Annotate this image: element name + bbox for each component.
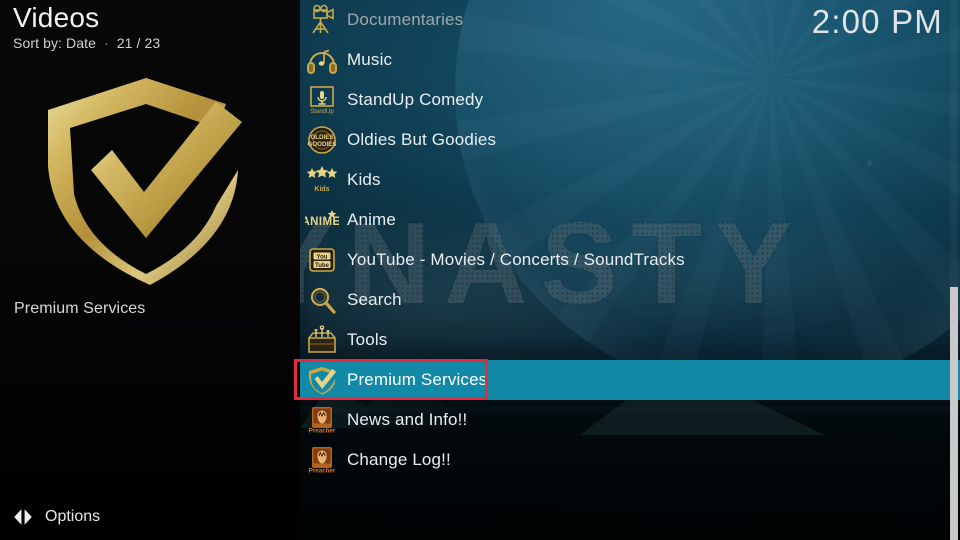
svg-text:GOODIES: GOODIES <box>308 141 337 148</box>
oldies-badge-icon: OLDIES GOODIES <box>305 124 339 156</box>
menu-item[interactable]: You Tube YouTube - Movies / Concerts / So… <box>300 240 960 280</box>
menu-item-label: Anime <box>347 210 396 229</box>
microphone-stage-icon: StandUp <box>305 84 339 116</box>
sort-label: Sort by: <box>13 35 63 51</box>
menu-item-label: Tools <box>347 330 388 349</box>
left-info-panel: Videos Sort by: Date · 21 / 23 Premium S… <box>0 0 300 540</box>
list-position: 21 / 23 <box>116 35 161 51</box>
preacher-poster-icon: Preacher <box>305 444 339 476</box>
svg-text:ANIME: ANIME <box>305 216 339 228</box>
menu-item[interactable]: Preacher Change Log!! <box>300 440 960 480</box>
menu-item[interactable]: Music <box>300 40 960 80</box>
menu-item[interactable]: Premium Services <box>300 360 960 400</box>
options-label: Options <box>45 508 101 525</box>
separator-dot: · <box>104 35 109 51</box>
menu-item[interactable]: Kids Kids <box>300 160 960 200</box>
menu-item-label: StandUp Comedy <box>347 90 484 109</box>
menu-item[interactable]: OLDIES GOODIES Oldies But Goodies <box>300 120 960 160</box>
headphones-note-icon <box>305 44 339 76</box>
film-camera-tripod-icon <box>305 4 339 36</box>
selected-item-thumbnail <box>20 66 282 294</box>
youtube-badge-icon: You Tube <box>305 244 339 276</box>
menu-list: Documentaries Music StandUp StandUp Comed… <box>300 0 960 540</box>
menu-item[interactable]: Search <box>300 280 960 320</box>
header-block: Videos Sort by: Date · 21 / 23 <box>13 2 160 51</box>
thumbnail-label: Premium Services <box>14 300 146 317</box>
menu-item[interactable]: Tools <box>300 320 960 360</box>
sort-and-position: Sort by: Date · 21 / 23 <box>13 35 160 51</box>
menu-item-label: Search <box>347 290 402 309</box>
svg-text:Kids: Kids <box>314 186 329 193</box>
left-right-arrows-icon <box>13 508 33 526</box>
svg-text:Tube: Tube <box>315 263 330 269</box>
page-title: Videos <box>13 2 100 33</box>
kodi-screen: DYNASTY Videos Sort by: Date · 21 / 23 P… <box>0 0 960 540</box>
svg-text:StandUp: StandUp <box>310 109 334 115</box>
sort-value: Date <box>66 35 97 51</box>
anime-text-icon: ANIME <box>305 204 339 236</box>
scrollbar-thumb[interactable] <box>950 287 958 540</box>
menu-item-label: YouTube - Movies / Concerts / SoundTrack… <box>347 250 685 269</box>
menu-item[interactable]: ANIME Anime <box>300 200 960 240</box>
magnifier-icon <box>305 284 339 316</box>
menu-item-label: Change Log!! <box>347 450 451 469</box>
kids-stars-icon: Kids <box>305 164 339 196</box>
menu-item-label: News and Info!! <box>347 410 468 429</box>
options-bar[interactable]: Options <box>0 494 300 540</box>
menu-item-label: Premium Services <box>347 370 488 389</box>
svg-text:Preacher: Preacher <box>309 428 336 435</box>
svg-text:Preacher: Preacher <box>309 468 336 475</box>
menu-item-label: Kids <box>347 170 381 189</box>
menu-item-label: Music <box>347 50 393 69</box>
preacher-poster-icon: Preacher <box>305 404 339 436</box>
gold-shield-check-icon <box>305 364 339 396</box>
menu-item[interactable]: Preacher News and Info!! <box>300 400 960 440</box>
menu-item-label: Oldies But Goodies <box>347 130 497 149</box>
svg-text:You: You <box>317 254 328 260</box>
clock: 2:00 PM <box>811 3 943 40</box>
menu-item[interactable]: StandUp StandUp Comedy <box>300 80 960 120</box>
svg-text:OLDIES: OLDIES <box>310 134 333 141</box>
menu-item-label: Documentaries <box>347 10 464 29</box>
toolbox-icon <box>305 324 339 356</box>
